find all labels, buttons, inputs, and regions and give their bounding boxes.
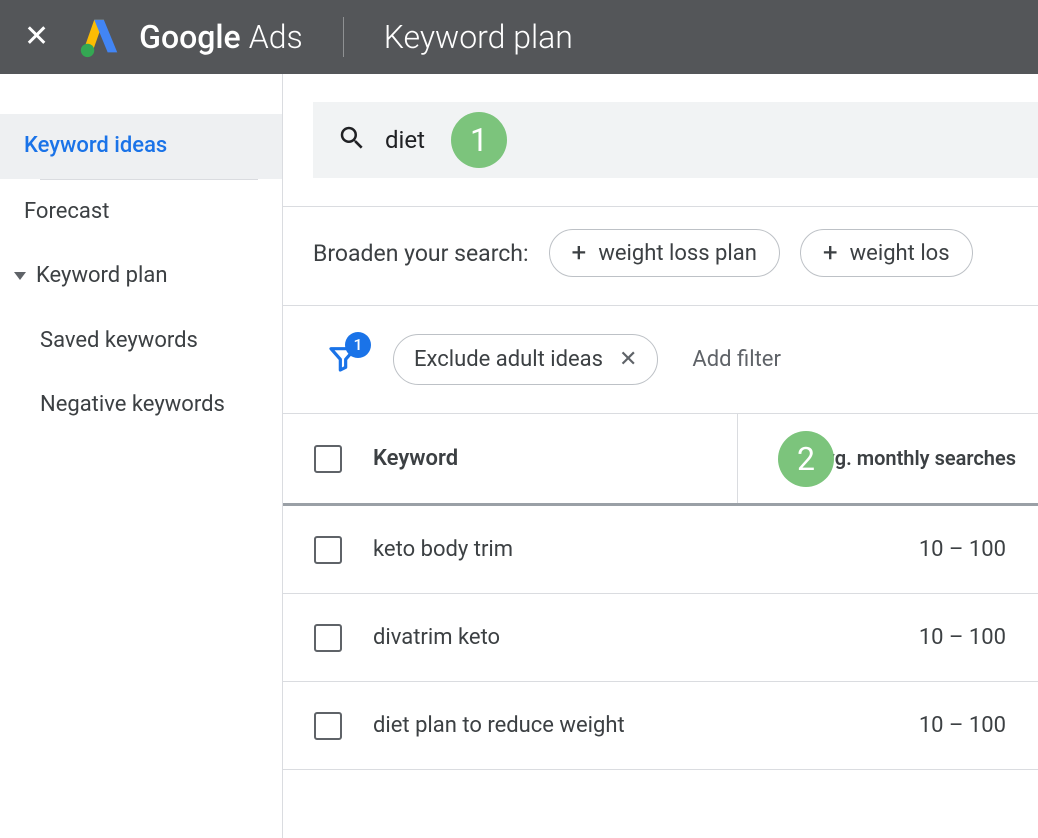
product-name-google: Google bbox=[139, 18, 241, 56]
cell-searches: 10 – 100 bbox=[738, 625, 1038, 650]
app-header: ✕ Google Ads Keyword plan bbox=[0, 0, 1038, 74]
table-row[interactable]: diet plan to reduce weight 10 – 100 bbox=[283, 682, 1038, 770]
sidebar-item-saved-keywords[interactable]: Saved keywords bbox=[0, 309, 282, 374]
cell-keyword: diet plan to reduce weight bbox=[373, 713, 738, 738]
filter-icon[interactable]: 1 bbox=[327, 342, 359, 378]
annotation-badge-1: 1 bbox=[451, 112, 507, 168]
sidebar-item-keyword-ideas[interactable]: Keyword ideas bbox=[0, 114, 282, 179]
filter-row: 1 Exclude adult ideas ✕ Add filter bbox=[283, 306, 1038, 414]
column-header-keyword[interactable]: Keyword bbox=[373, 414, 738, 503]
checkbox-icon bbox=[314, 712, 342, 740]
table-header: Keyword ↑ 2 Avg. monthly searches bbox=[283, 414, 1038, 506]
sidebar: Keyword ideas Forecast Keyword plan Save… bbox=[0, 74, 283, 838]
filter-chip-label: Exclude adult ideas bbox=[414, 347, 603, 372]
checkbox-icon bbox=[314, 624, 342, 652]
broaden-search-row: Broaden your search: + weight loss plan … bbox=[283, 206, 1038, 306]
column-label: Avg. monthly searches bbox=[812, 446, 1016, 471]
close-icon[interactable]: ✕ bbox=[24, 22, 49, 52]
cell-keyword: divatrim keto bbox=[373, 625, 738, 650]
sidebar-item-forecast[interactable]: Forecast bbox=[0, 180, 282, 245]
sidebar-item-label: Forecast bbox=[24, 198, 109, 227]
add-filter-button[interactable]: Add filter bbox=[692, 347, 780, 372]
caret-down-icon bbox=[14, 272, 26, 280]
google-ads-logo-icon bbox=[77, 14, 123, 60]
cell-searches: 10 – 100 bbox=[738, 537, 1038, 562]
plus-icon: + bbox=[823, 240, 838, 266]
filter-count-badge: 1 bbox=[345, 332, 371, 358]
table-row[interactable]: divatrim keto 10 – 100 bbox=[283, 594, 1038, 682]
close-icon[interactable]: ✕ bbox=[619, 347, 637, 372]
broaden-chip-weight-loss-plan[interactable]: + weight loss plan bbox=[549, 229, 780, 277]
plus-icon: + bbox=[572, 240, 587, 266]
page-title: Keyword plan bbox=[384, 18, 573, 56]
row-checkbox[interactable] bbox=[283, 536, 373, 564]
filter-chip-exclude-adult[interactable]: Exclude adult ideas ✕ bbox=[393, 334, 658, 385]
cell-keyword: keto body trim bbox=[373, 537, 738, 562]
keyword-search-bar[interactable]: diet 1 bbox=[313, 102, 1038, 178]
search-query: diet bbox=[385, 126, 425, 154]
column-label: Keyword bbox=[373, 446, 458, 471]
table-row[interactable]: keto body trim 10 – 100 bbox=[283, 506, 1038, 594]
sidebar-item-keyword-plan[interactable]: Keyword plan bbox=[0, 244, 282, 309]
annotation-badge-2: 2 bbox=[778, 431, 834, 487]
sidebar-item-label: Saved keywords bbox=[40, 327, 198, 356]
checkbox-icon bbox=[314, 536, 342, 564]
select-all-checkbox[interactable] bbox=[283, 445, 373, 473]
sidebar-item-label: Keyword ideas bbox=[24, 132, 167, 161]
header-divider bbox=[343, 17, 344, 57]
chip-label: weight loss plan bbox=[598, 241, 757, 266]
row-checkbox[interactable] bbox=[283, 712, 373, 740]
main-content: diet 1 Broaden your search: + weight los… bbox=[283, 74, 1038, 838]
chip-label: weight los bbox=[850, 241, 950, 266]
search-icon bbox=[337, 123, 367, 157]
broaden-chip-weight-los[interactable]: + weight los bbox=[800, 229, 973, 277]
product-name-ads: Ads bbox=[249, 18, 303, 56]
sidebar-item-negative-keywords[interactable]: Negative keywords bbox=[0, 373, 282, 438]
sidebar-item-label: Keyword plan bbox=[36, 262, 167, 291]
cell-searches: 10 – 100 bbox=[738, 713, 1038, 738]
checkbox-icon bbox=[314, 445, 342, 473]
keywords-table: Keyword ↑ 2 Avg. monthly searches keto b… bbox=[283, 414, 1038, 838]
row-checkbox[interactable] bbox=[283, 624, 373, 652]
product-logo: Google Ads bbox=[77, 14, 303, 60]
column-header-searches[interactable]: ↑ 2 Avg. monthly searches bbox=[738, 444, 1038, 473]
sidebar-item-label: Negative keywords bbox=[40, 391, 225, 420]
broaden-label: Broaden your search: bbox=[313, 240, 529, 267]
